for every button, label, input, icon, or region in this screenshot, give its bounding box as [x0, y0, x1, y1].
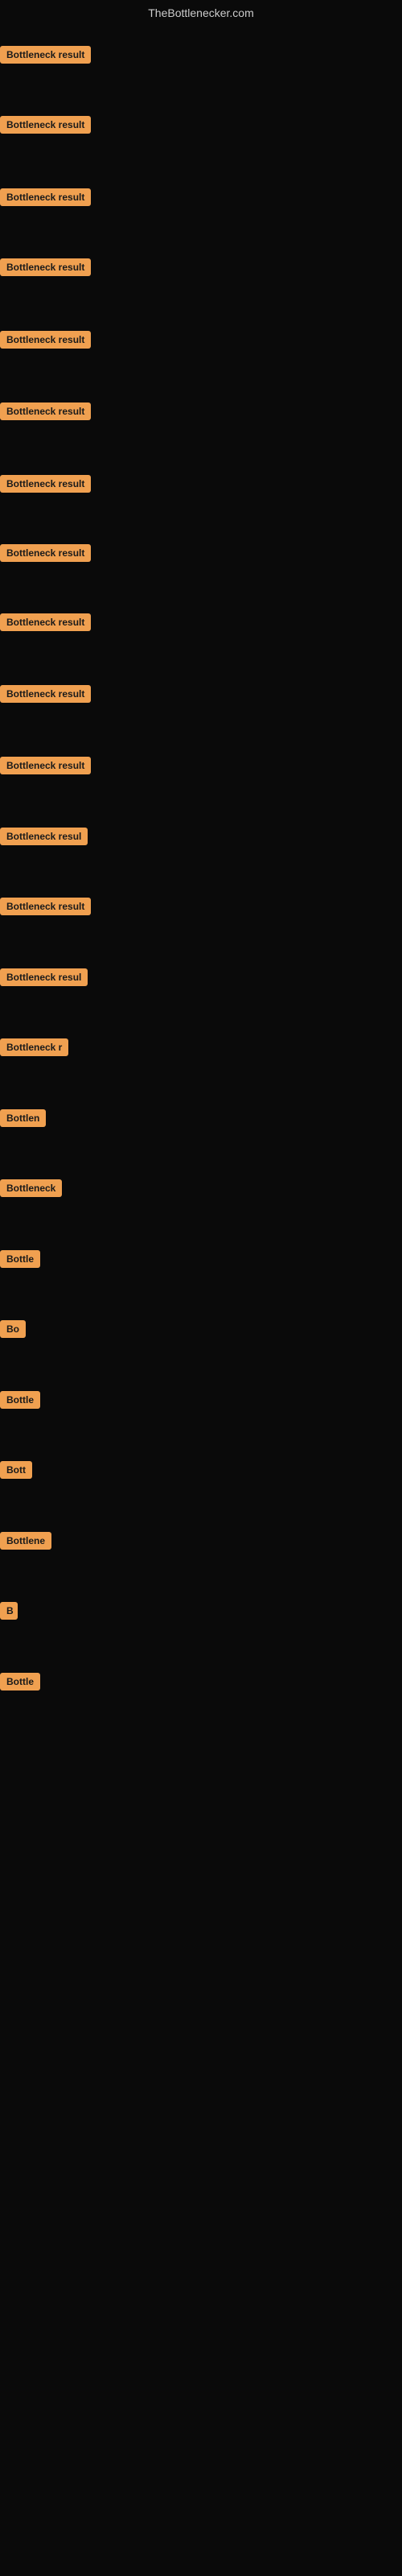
result-row: Bo [0, 1320, 26, 1342]
bottleneck-badge[interactable]: Bottleneck result [0, 116, 91, 134]
bottleneck-badge[interactable]: Bottleneck result [0, 544, 91, 562]
bottleneck-badge[interactable]: Bottleneck result [0, 475, 91, 493]
bottleneck-badge[interactable]: Bottleneck resul [0, 828, 88, 845]
bottleneck-badge[interactable]: Bottleneck result [0, 331, 91, 349]
bottleneck-badge[interactable]: B [0, 1602, 18, 1620]
bottleneck-badge[interactable]: Bottleneck result [0, 613, 91, 631]
bottleneck-badge[interactable]: Bottle [0, 1250, 40, 1268]
result-row: Bottleneck result [0, 402, 91, 424]
result-row: Bottle [0, 1391, 40, 1413]
result-row: Bottleneck result [0, 685, 91, 707]
result-row: Bottle [0, 1673, 40, 1695]
site-title: TheBottlenecker.com [0, 0, 402, 26]
result-row: Bottleneck result [0, 544, 91, 566]
result-row: Bottleneck result [0, 46, 91, 68]
result-row: Bottleneck result [0, 258, 91, 280]
bottleneck-badge[interactable]: Bottle [0, 1673, 40, 1690]
bottleneck-badge[interactable]: Bo [0, 1320, 26, 1338]
bottleneck-badge[interactable]: Bottleneck result [0, 188, 91, 206]
result-row: Bottleneck result [0, 898, 91, 919]
bottleneck-badge[interactable]: Bottleneck r [0, 1038, 68, 1056]
result-row: Bottleneck result [0, 331, 91, 353]
result-row: Bottleneck result [0, 757, 91, 778]
bottleneck-badge[interactable]: Bottle [0, 1391, 40, 1409]
bottleneck-badge[interactable]: Bottleneck result [0, 757, 91, 774]
result-row: Bottleneck resul [0, 968, 88, 990]
result-row: Bottleneck r [0, 1038, 68, 1060]
bottleneck-badge[interactable]: Bottleneck resul [0, 968, 88, 986]
result-row: Bottleneck result [0, 613, 91, 635]
bottleneck-badge[interactable]: Bottlen [0, 1109, 46, 1127]
bottleneck-badge[interactable]: Bottleneck result [0, 46, 91, 64]
bottleneck-badge[interactable]: Bottleneck result [0, 402, 91, 420]
bottleneck-badge[interactable]: Bottleneck result [0, 685, 91, 703]
result-row: Bott [0, 1461, 32, 1483]
result-row: Bottleneck result [0, 116, 91, 138]
bottleneck-badge[interactable]: Bott [0, 1461, 32, 1479]
result-row: Bottlene [0, 1532, 51, 1554]
bottleneck-badge[interactable]: Bottleneck [0, 1179, 62, 1197]
bottleneck-badge[interactable]: Bottleneck result [0, 898, 91, 915]
result-row: Bottleneck [0, 1179, 62, 1201]
bottleneck-badge[interactable]: Bottleneck result [0, 258, 91, 276]
result-row: Bottle [0, 1250, 40, 1272]
result-row: Bottleneck resul [0, 828, 88, 849]
result-row: Bottleneck result [0, 475, 91, 497]
result-row: Bottlen [0, 1109, 46, 1131]
bottleneck-badge[interactable]: Bottlene [0, 1532, 51, 1550]
result-row: Bottleneck result [0, 188, 91, 210]
result-row: B [0, 1602, 18, 1624]
